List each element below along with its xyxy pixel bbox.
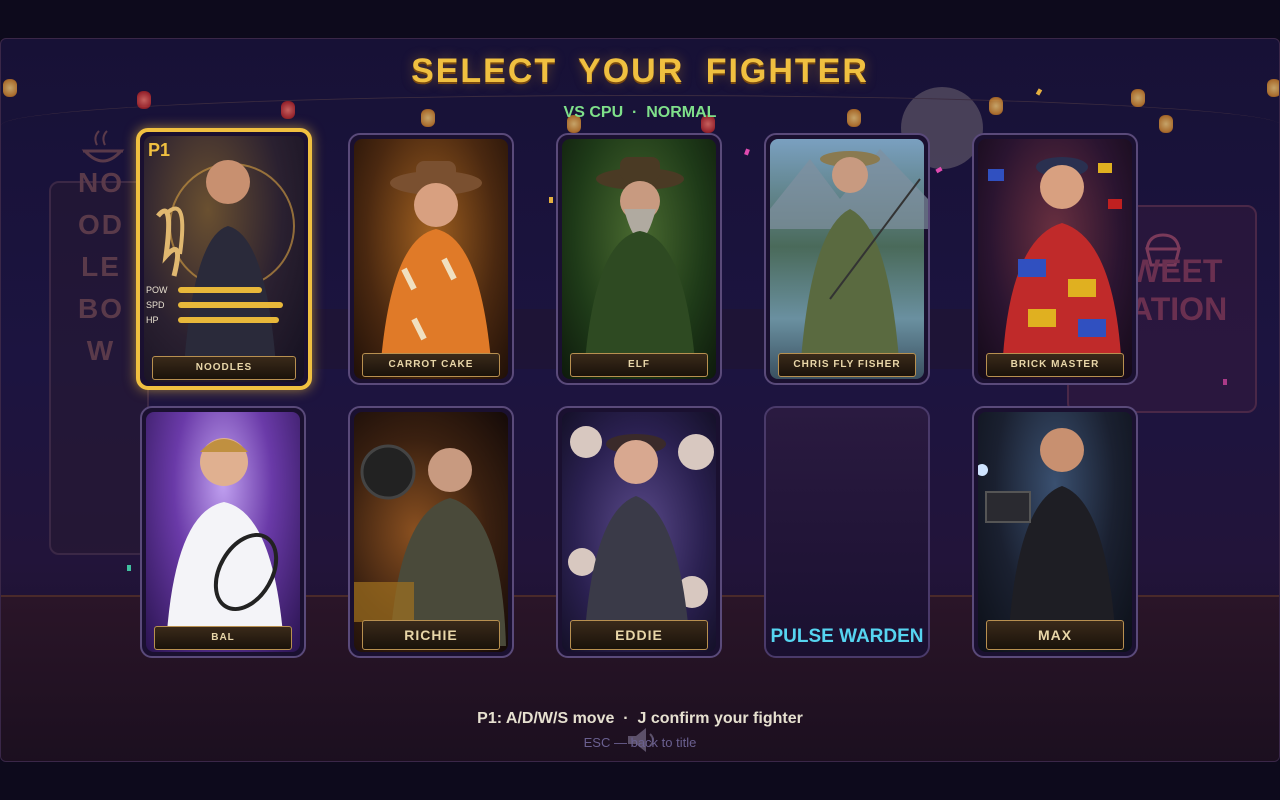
fighter-nameplate: BRICK MASTER bbox=[986, 353, 1124, 377]
fighter-portrait bbox=[562, 412, 716, 652]
stat-bar bbox=[178, 316, 279, 323]
back-hint[interactable]: ESC — back to title bbox=[0, 735, 1280, 750]
fighter-portrait bbox=[978, 412, 1132, 652]
fighter-nameplate: MAX bbox=[986, 620, 1124, 650]
stat-label: HP bbox=[146, 314, 159, 325]
fighter-card-max[interactable]: MAX bbox=[972, 406, 1138, 658]
fighter-nameplate: CARROT CAKE bbox=[362, 353, 500, 377]
fighter-card-elf[interactable]: ELF bbox=[556, 133, 722, 385]
fighter-card-bal[interactable]: BAL bbox=[140, 406, 306, 658]
fighter-portrait bbox=[354, 139, 508, 379]
stat-row: HP bbox=[146, 312, 286, 327]
fighter-card-richie[interactable]: RICHIE bbox=[348, 406, 514, 658]
fighter-card-pulse-warden[interactable]: PULSE WARDEN bbox=[764, 406, 930, 658]
fighter-card-carrot-cake[interactable]: CARROT CAKE bbox=[348, 133, 514, 385]
stat-row: SPD bbox=[146, 297, 286, 312]
fighter-portrait bbox=[146, 412, 300, 652]
fighter-nameplate: NOODLES bbox=[152, 356, 296, 380]
fighter-card-noodles[interactable]: P1 POW SPD HP NOODLES bbox=[136, 128, 312, 390]
fighter-nameplate: CHRIS FLY FISHER bbox=[778, 353, 916, 377]
fighter-nameplate: ELF bbox=[570, 353, 708, 377]
fighter-portrait bbox=[770, 139, 928, 379]
fighter-nameplate: BAL bbox=[154, 626, 292, 650]
fighter-nameplate: EDDIE bbox=[570, 620, 708, 650]
fighter-card-chris-fly-fisher[interactable]: CHRIS FLY FISHER bbox=[764, 133, 930, 385]
screen-title: SELECT YOUR FIGHTER bbox=[411, 52, 869, 90]
fighter-card-eddie[interactable]: EDDIE bbox=[556, 406, 722, 658]
stat-row: POW bbox=[146, 282, 286, 297]
fighter-portrait bbox=[562, 139, 716, 379]
fighter-stats: POW SPD HP bbox=[146, 282, 286, 327]
stat-bar bbox=[178, 286, 262, 293]
fighter-portrait bbox=[978, 139, 1132, 379]
confetti bbox=[935, 166, 943, 174]
stat-label: POW bbox=[146, 284, 168, 295]
noodle-sign-text: NOODLE BOW bbox=[78, 167, 124, 366]
mode-subtitle: VS CPU · NORMAL bbox=[563, 104, 717, 121]
stat-bar bbox=[178, 301, 283, 308]
fighter-portrait bbox=[144, 136, 304, 382]
player-one-badge: P1 bbox=[148, 140, 171, 160]
stat-label: SPD bbox=[146, 299, 165, 310]
sweet-sign-text: WEET ATION bbox=[1130, 253, 1228, 327]
fighter-portrait bbox=[354, 412, 508, 652]
confetti bbox=[549, 197, 553, 203]
confetti bbox=[127, 565, 131, 571]
fighter-nameplate: RICHIE bbox=[362, 620, 500, 650]
fighter-name: PULSE WARDEN bbox=[770, 626, 924, 647]
fighter-card-brick-master[interactable]: BRICK MASTER bbox=[972, 133, 1138, 385]
